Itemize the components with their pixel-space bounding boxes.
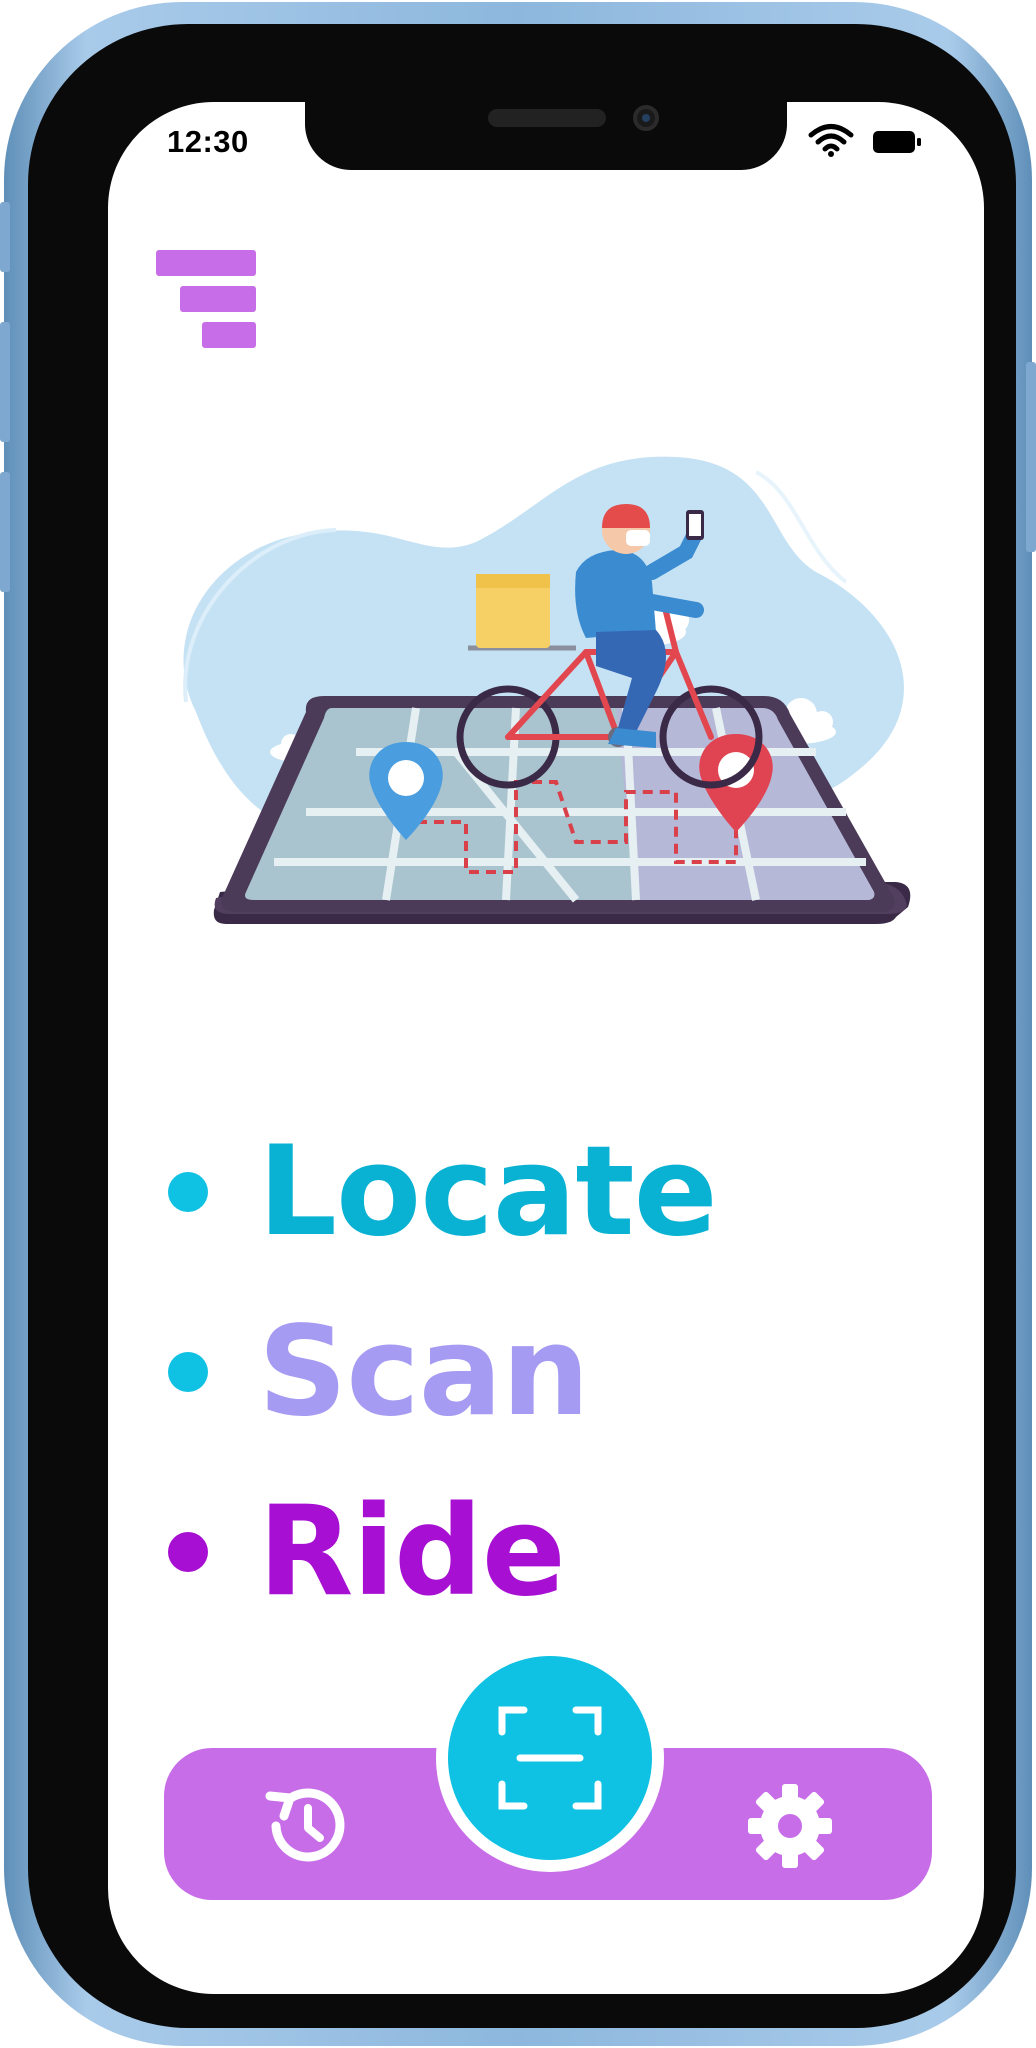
speaker-grille <box>488 109 606 127</box>
hero-illustration <box>183 456 911 924</box>
feature-bullet <box>168 1352 208 1392</box>
feature-label-locate: Locate <box>258 1120 718 1264</box>
status-time: 12:30 <box>167 124 249 159</box>
history-icon <box>265 1788 345 1862</box>
front-camera <box>633 105 659 131</box>
scan-button-face <box>448 1656 652 1860</box>
feature-scan: Scan <box>168 1282 928 1462</box>
battery-icon <box>873 131 921 153</box>
feature-locate: Locate <box>168 1102 928 1282</box>
settings-button[interactable] <box>740 1776 840 1876</box>
feature-label-ride: Ride <box>258 1480 566 1624</box>
app-screen: 12:30 Locate Scan Ride <box>108 102 984 1994</box>
qr-scan-icon <box>498 1706 602 1810</box>
device-bezel: 12:30 Locate Scan Ride <box>28 24 1016 2028</box>
notch <box>305 102 787 170</box>
feature-ride: Ride <box>168 1462 928 1642</box>
wifi-icon <box>808 124 854 157</box>
side-button-volume-up <box>0 322 10 442</box>
gear-icon <box>748 1784 832 1868</box>
side-button-mute <box>0 202 10 272</box>
feature-bullet <box>168 1172 208 1212</box>
side-button-volume-down <box>0 472 10 592</box>
feature-bullet <box>168 1532 208 1572</box>
device-frame: 12:30 Locate Scan Ride <box>0 2 1036 2046</box>
menu-filter-icon[interactable] <box>156 250 260 350</box>
side-button-power <box>1026 362 1036 552</box>
scan-button[interactable] <box>436 1644 664 1872</box>
history-button[interactable] <box>256 1776 356 1876</box>
feature-list: Locate Scan Ride <box>168 1102 928 1642</box>
feature-label-scan: Scan <box>258 1300 590 1444</box>
